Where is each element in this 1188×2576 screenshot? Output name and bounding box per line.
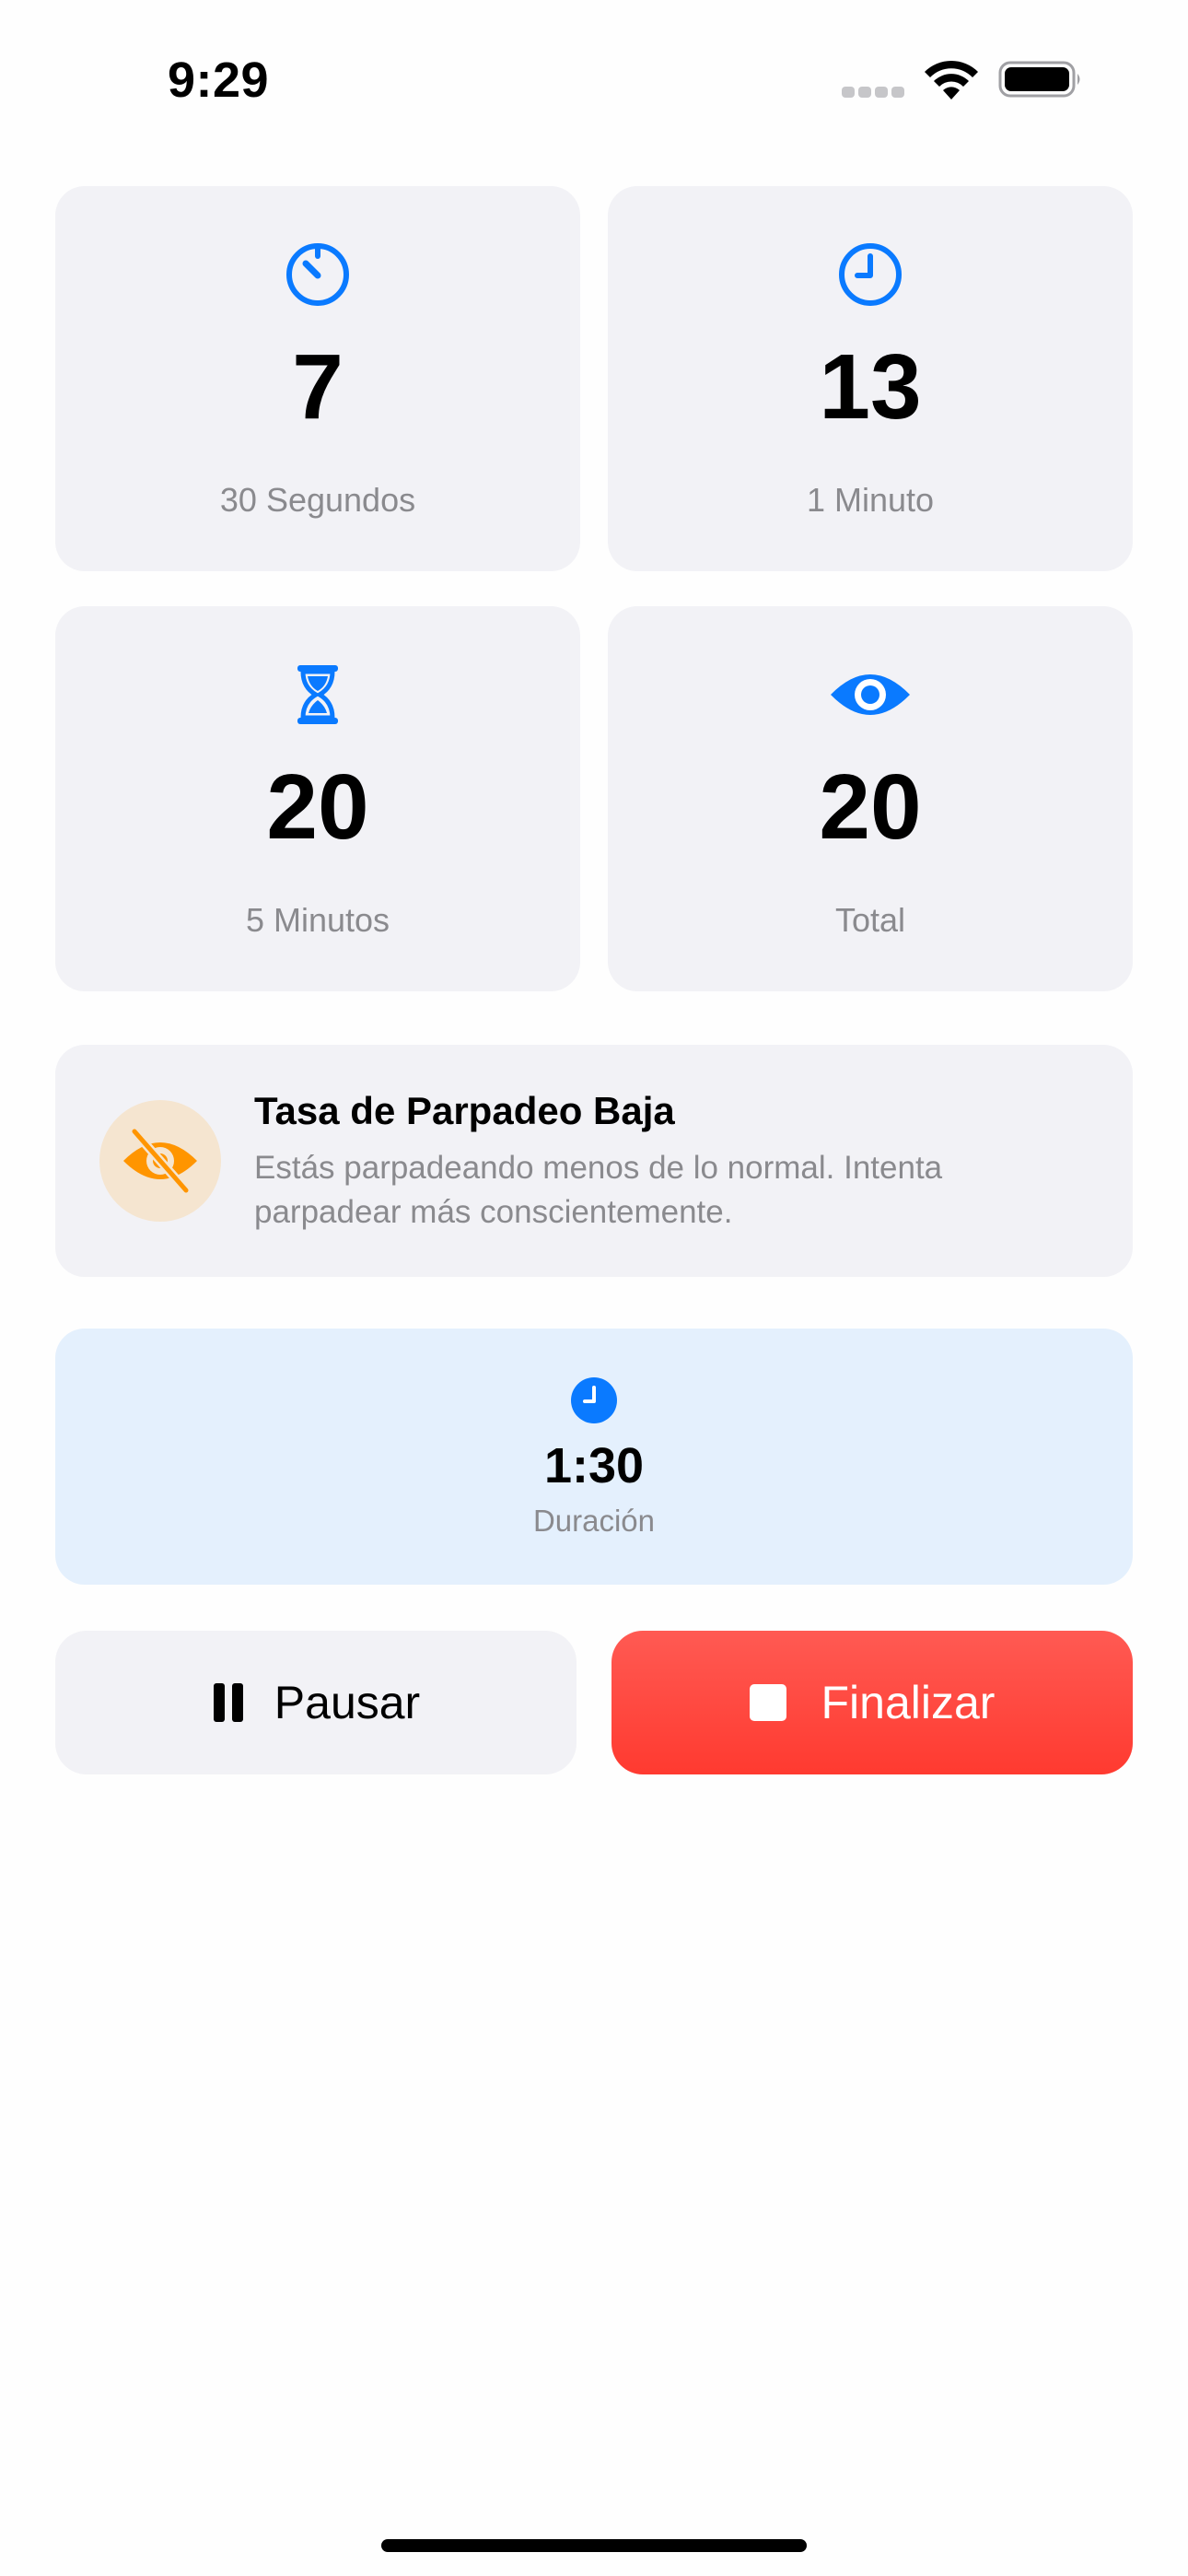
clock-icon (839, 243, 902, 306)
finish-button-label: Finalizar (821, 1677, 996, 1728)
status-bar: 9:29 (0, 0, 1188, 157)
alert-message: Estás parpadeando menos de lo normal. In… (254, 1150, 943, 1230)
stat-value: 20 (819, 755, 922, 859)
duration-label: Duración (532, 1504, 656, 1538)
stat-value: 7 (292, 335, 344, 439)
stat-card-1-minute: 13 1 Minuto (608, 186, 1133, 571)
stat-card-30-seconds: 7 30 Segundos (55, 186, 580, 571)
stat-label: 5 Minutos (245, 901, 390, 939)
alert-title: Tasa de Parpadeo Baja (254, 1089, 675, 1132)
cellular-signal-icon (842, 87, 904, 98)
eye-slash-icon (123, 1128, 197, 1194)
alert-icon-badge (99, 1100, 221, 1222)
pause-icon (212, 1683, 243, 1722)
screen: 9:29 7 30 Segundos 13 1 Minuto 20 5 Minu… (0, 0, 1188, 2576)
pause-button[interactable]: Pausar (55, 1631, 577, 1774)
stat-card-total: 20 Total (608, 606, 1133, 991)
eye-icon (831, 674, 910, 715)
duration-card: 1:30 Duración (55, 1329, 1133, 1585)
stat-label: 30 Segundos (219, 481, 416, 519)
wifi-icon (925, 60, 978, 100)
pause-button-label: Pausar (274, 1677, 421, 1728)
home-indicator[interactable] (381, 2539, 807, 2552)
low-blink-rate-alert: Tasa de Parpadeo Baja Estás parpadeando … (55, 1045, 1133, 1277)
timer-icon (286, 243, 349, 306)
stop-icon (749, 1684, 786, 1721)
stat-value: 20 (266, 755, 369, 859)
stat-label: Total (834, 901, 906, 939)
stat-label: 1 Minuto (806, 481, 935, 519)
battery-icon (998, 61, 1080, 98)
status-time: 9:29 (168, 53, 270, 108)
finish-button[interactable]: Finalizar (611, 1631, 1133, 1774)
hourglass-icon (297, 665, 338, 724)
stat-card-5-minutes: 20 5 Minutos (55, 606, 580, 991)
stat-value: 13 (819, 335, 922, 439)
clock-fill-icon (571, 1377, 617, 1423)
duration-value: 1:30 (543, 1438, 645, 1493)
